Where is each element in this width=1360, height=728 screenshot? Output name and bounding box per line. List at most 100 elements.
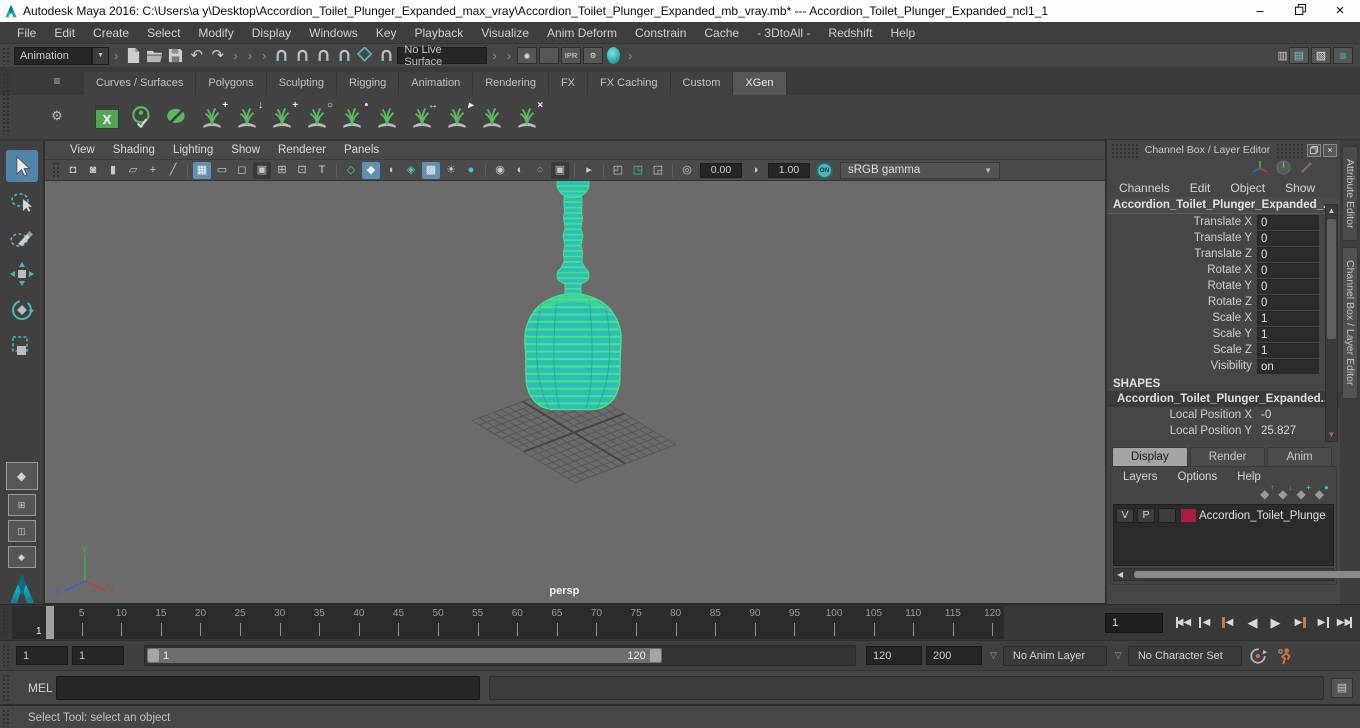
gate-mask-icon[interactable]: ▣: [253, 161, 271, 179]
select-tool[interactable]: [5, 150, 38, 182]
workspace-toggle-icon[interactable]: ▥: [1278, 49, 1288, 62]
wireframe-on-shaded-icon[interactable]: ◈: [402, 162, 420, 179]
chevron-down-icon[interactable]: ▽: [990, 650, 997, 661]
occlusion-icon[interactable]: ◉: [491, 162, 509, 179]
shelf-tab-polygons[interactable]: Polygons: [196, 72, 267, 95]
copy-layout-icon[interactable]: ◰: [609, 162, 627, 179]
drag-handle[interactable]: [1, 609, 11, 636]
pick-cursor-icon[interactable]: ▸: [580, 162, 598, 179]
minimize-button[interactable]: –: [1240, 0, 1280, 22]
channel-box-menu-object[interactable]: Object: [1220, 181, 1275, 195]
scroll-left-icon[interactable]: ◀: [1114, 570, 1126, 579]
channel-value-field[interactable]: 0: [1257, 214, 1319, 230]
shelf-tab-rendering[interactable]: Rendering: [473, 72, 549, 95]
panel-menu-renderer[interactable]: Renderer: [269, 144, 335, 156]
drag-handle[interactable]: [1, 72, 11, 135]
menu-modify[interactable]: Modify: [189, 22, 242, 44]
channel-value-field[interactable]: 0: [1257, 262, 1319, 278]
command-output[interactable]: [489, 675, 1324, 700]
snap-to-projected-center-icon[interactable]: [334, 46, 355, 66]
channel-value-field[interactable]: 1: [1257, 326, 1319, 342]
menu-set-select[interactable]: Animation: [14, 46, 92, 65]
menu-constrain[interactable]: Constrain: [626, 22, 695, 44]
group-separator[interactable]: ›: [487, 48, 501, 63]
layer-display-type-toggle[interactable]: [1158, 508, 1176, 523]
snap-to-point-icon[interactable]: [313, 46, 334, 66]
layer-row[interactable]: V P Accordion_Toilet_Plunge: [1114, 505, 1333, 526]
group-separator[interactable]: ›: [243, 48, 257, 63]
lasso-tool[interactable]: [6, 186, 38, 218]
go-to-end-button[interactable]: ▶▶: [1334, 612, 1355, 633]
xgen-create-description-icon[interactable]: +: [197, 100, 228, 132]
panel-menu-show[interactable]: Show: [222, 144, 269, 156]
drag-handle[interactable]: [1, 708, 11, 727]
close-panel-icon[interactable]: ×: [1323, 143, 1337, 157]
restore-button[interactable]: [1280, 0, 1320, 22]
paint-select-tool[interactable]: [6, 222, 38, 254]
scroll-up-icon[interactable]: ▲: [1328, 205, 1336, 217]
raise-tool-settings-icon[interactable]: ≡: [1333, 47, 1353, 64]
film-gate-icon[interactable]: ▭: [213, 162, 231, 179]
xgen-select-region-icon[interactable]: [477, 102, 507, 132]
group-separator[interactable]: ›: [228, 48, 242, 63]
grid-icon[interactable]: ▦: [193, 161, 211, 179]
xgen-editor-icon[interactable]: X: [92, 102, 122, 132]
range-end-handle[interactable]: [649, 649, 661, 662]
contrast-icon[interactable]: ◑: [746, 162, 764, 179]
color-management-toggle[interactable]: ON: [816, 161, 833, 179]
scroll-down-icon[interactable]: ▼: [1328, 429, 1336, 441]
drag-handle[interactable]: [1275, 142, 1305, 158]
channel-box-menu-edit[interactable]: Edit: [1180, 181, 1221, 195]
layer-visible-toggle[interactable]: V: [1116, 508, 1134, 523]
drag-handle[interactable]: [1, 643, 11, 668]
range-start-handle[interactable]: [148, 649, 159, 662]
range-slider-track[interactable]: 1 120: [144, 645, 856, 666]
xgen-append-collection-icon[interactable]: ↓: [232, 100, 263, 132]
menu-redshift[interactable]: Redshift: [819, 22, 881, 44]
bounding-box-icon[interactable]: ◖: [382, 162, 400, 179]
channel-value-field[interactable]: 0: [1257, 278, 1319, 294]
step-forward-key-button[interactable]: ▶: [1311, 612, 1332, 633]
playback-end-field[interactable]: 120: [866, 646, 922, 665]
camera-attributes-icon[interactable]: ◙: [84, 162, 102, 179]
move-tool[interactable]: [6, 258, 38, 290]
layer-action-icon-2[interactable]: ◆ +: [1297, 484, 1311, 501]
layer-action-icon-3[interactable]: ◆ ●: [1315, 484, 1329, 501]
scrollbar-thumb[interactable]: [1327, 219, 1336, 339]
snap-together-icon[interactable]: [376, 46, 397, 66]
menu-visualize[interactable]: Visualize: [472, 22, 538, 44]
grease-pencil-icon[interactable]: ╱: [164, 162, 182, 179]
channel-box-menu-show[interactable]: Show: [1275, 181, 1325, 195]
view-transform-select[interactable]: sRGB gamma ▼: [840, 161, 1000, 179]
go-to-start-button[interactable]: ◀◀: [1173, 612, 1194, 633]
four-pane-layout-button[interactable]: ⊞: [7, 494, 36, 516]
layer-action-icon-1[interactable]: ◆ ↓: [1278, 484, 1292, 501]
layer-menu-options[interactable]: Options: [1168, 471, 1228, 483]
animation-preferences-icon[interactable]: [1274, 645, 1296, 667]
xgen-clear-preview-icon[interactable]: [162, 102, 192, 132]
channel-box-menu-channels[interactable]: Channels: [1109, 181, 1180, 195]
scale-tool[interactable]: [6, 330, 38, 362]
menu-file[interactable]: File: [8, 22, 45, 44]
scrollbar-thumb[interactable]: [1134, 571, 1360, 578]
close-button[interactable]: ×: [1320, 0, 1360, 22]
safe-title-icon[interactable]: T: [313, 162, 331, 179]
redo-icon[interactable]: ↷: [207, 46, 228, 66]
layer-tab-anim[interactable]: Anim: [1267, 447, 1332, 466]
channel-value-field[interactable]: 1: [1257, 310, 1319, 326]
resize-layout-icon[interactable]: ◲: [649, 162, 667, 179]
channel-box-object-name[interactable]: Accordion_Toilet_Plunger_Expanded_...: [1107, 197, 1340, 214]
range-slider-bar[interactable]: 1 120: [147, 648, 662, 663]
multisample-icon[interactable]: ○: [531, 162, 549, 179]
current-frame-field[interactable]: 1: [1105, 612, 1163, 633]
xgen-preview-icon[interactable]: [127, 102, 157, 132]
layer-color-swatch[interactable]: [1181, 509, 1196, 522]
channel-value-field[interactable]: 0: [1257, 294, 1319, 310]
menu-create[interactable]: Create: [84, 22, 138, 44]
lighting-icon[interactable]: ☀: [442, 162, 460, 179]
drag-handle[interactable]: [51, 161, 61, 179]
drag-handle[interactable]: [1, 46, 11, 65]
tab-attribute-editor[interactable]: Attribute Editor: [1342, 146, 1358, 242]
channel-value-field[interactable]: on: [1257, 358, 1319, 374]
panel-menu-panels[interactable]: Panels: [335, 144, 388, 156]
